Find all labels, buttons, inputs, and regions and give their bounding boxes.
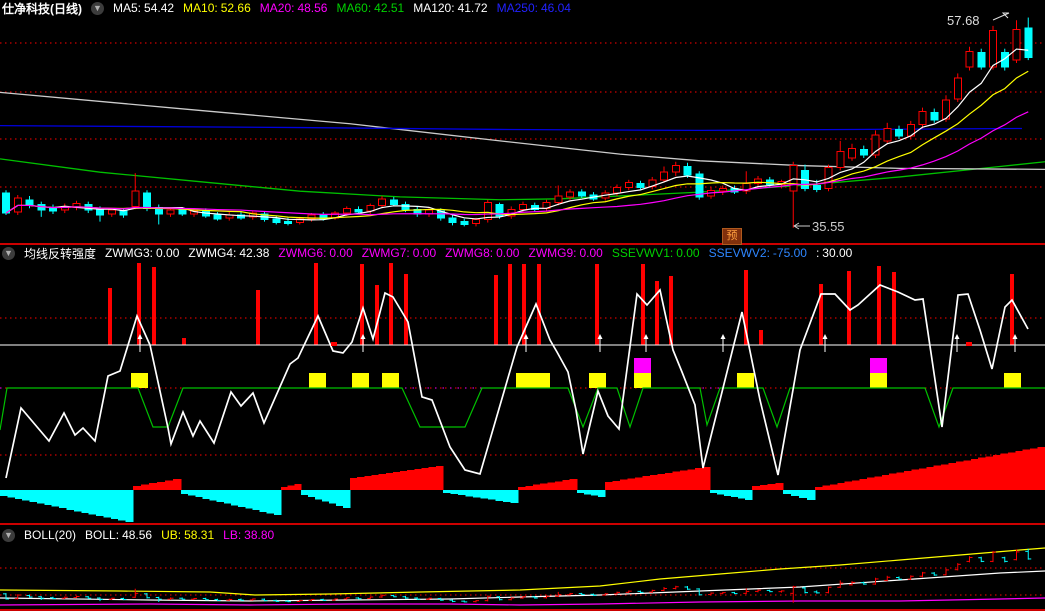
candlestick-chart-panel[interactable]: 57.68 35.55	[0, 0, 1045, 243]
yellow-signal-block	[870, 373, 887, 388]
top-panel-header: 仕净科技(日线) ▼ MA5: 54.42 MA10: 52.66 MA20: 48.…	[2, 1, 571, 16]
yellow-signal-block	[737, 373, 754, 388]
ma5-line	[5, 48, 1029, 221]
scale-value: 30.00	[822, 246, 853, 260]
yellow-signal-block	[309, 373, 326, 388]
indicator-chart-panel[interactable]	[0, 244, 1045, 524]
boll-ub-value: 58.31	[184, 528, 215, 542]
candles	[2, 17, 1033, 228]
boll-ub-line	[0, 547, 1045, 596]
magenta-signal-block	[870, 358, 887, 373]
yellow-signal-block	[634, 373, 651, 388]
up-arrow-icon	[720, 334, 726, 339]
boll-lb-value: 38.80	[244, 528, 275, 542]
zwmg6-value: 0.00	[329, 246, 353, 260]
ma10-label: MA10:	[183, 1, 218, 15]
page-title: 仕净科技(日线)	[2, 1, 82, 16]
zwmg9-label: ZWMG9:	[528, 246, 577, 260]
up-arrow-icon	[822, 334, 828, 339]
high-price-annotation: 57.68	[947, 13, 980, 28]
zwmg3-label: ZWMG3:	[105, 246, 154, 260]
collapse-chevron-icon[interactable]: ▼	[2, 246, 15, 260]
zwmg9-value: 0.00	[579, 246, 603, 260]
low-price-annotation: 35.55	[812, 219, 845, 234]
ssevwv1-label: SSEVWV1:	[611, 246, 674, 260]
zwmg3-value: 0.00	[156, 246, 180, 260]
boll-title: BOLL(20)	[24, 528, 77, 542]
boll-panel-header: ▼ BOLL(20) BOLL: 48.56 UB: 58.31 LB: 38.80	[2, 528, 274, 542]
zwmg6-label: ZWMG6:	[278, 246, 327, 260]
zwmg4-label: ZWMG4:	[188, 246, 237, 260]
zwmg4-value: 42.38	[239, 246, 270, 260]
indicator-panel-header: ▼ 均线反转强度 ZWMG3: 0.00 ZWMG4: 42.38 ZWMG6: 0.…	[2, 246, 853, 261]
ma120-value: 41.72	[457, 1, 488, 15]
yellow-signal-block	[131, 373, 148, 388]
ma60-value: 42.51	[374, 1, 405, 15]
zwmg8-label: ZWMG8:	[445, 246, 494, 260]
ma250-value: 46.04	[540, 1, 571, 15]
collapse-chevron-icon[interactable]: ▼	[91, 1, 104, 15]
ma250-line	[0, 125, 1023, 132]
scale-label: :	[815, 246, 820, 260]
boll-ub-label: UB:	[161, 528, 182, 542]
ma5-label: MA5:	[113, 1, 142, 15]
ma250-label: MA250:	[496, 1, 538, 15]
boll-mid-value: 48.56	[122, 528, 153, 542]
red-tick	[966, 342, 972, 346]
ssevwv2-label: SSEVWV2:	[708, 246, 770, 260]
red-tick	[331, 342, 337, 346]
stock-app-window: 仕净科技(日线) ▼ MA5: 54.42 MA10: 52.66 MA20: 48.…	[0, 0, 1045, 611]
yellow-signal-block	[352, 373, 369, 388]
ma120-label: MA120:	[413, 1, 455, 15]
ma20-label: MA20:	[259, 1, 295, 15]
impulse-bars	[108, 263, 1014, 345]
panel-divider[interactable]	[0, 523, 1045, 525]
yellow-signal-block	[516, 373, 533, 388]
forecast-badge[interactable]: 预	[722, 228, 742, 245]
boll-lb-label: LB:	[223, 528, 242, 542]
yellow-signal-block	[1004, 373, 1021, 388]
ma5-value: 54.42	[144, 1, 175, 15]
yellow-signal-block	[533, 373, 550, 388]
ssevwv2-value: -75.00	[772, 246, 807, 260]
collapse-chevron-icon[interactable]: ▼	[2, 528, 15, 542]
green-indicator-line	[0, 387, 1045, 431]
ma60-line	[0, 158, 1045, 201]
zwmg8-value: 0.00	[496, 246, 520, 260]
boll-mid-label: BOLL:	[85, 528, 120, 542]
boll-candles	[3, 548, 1032, 603]
indicator-title: 均线反转强度	[24, 246, 97, 261]
ssevwv1-value: 0.00	[676, 246, 700, 260]
panel-divider[interactable]	[0, 243, 1045, 245]
ma60-label: MA60:	[336, 1, 372, 15]
zwmg7-value: 0.00	[412, 246, 437, 260]
boll-lb-line	[0, 597, 1045, 606]
ma10-value: 52.66	[220, 1, 251, 15]
yellow-signal-block	[382, 373, 399, 388]
ma20-value: 48.56	[297, 1, 328, 15]
zwmg7-label: ZWMG7:	[361, 246, 410, 260]
staircase-bars	[0, 447, 1045, 522]
yellow-signal-block	[589, 373, 606, 388]
up-arrow-icon	[954, 334, 960, 339]
magenta-signal-block	[634, 358, 651, 373]
